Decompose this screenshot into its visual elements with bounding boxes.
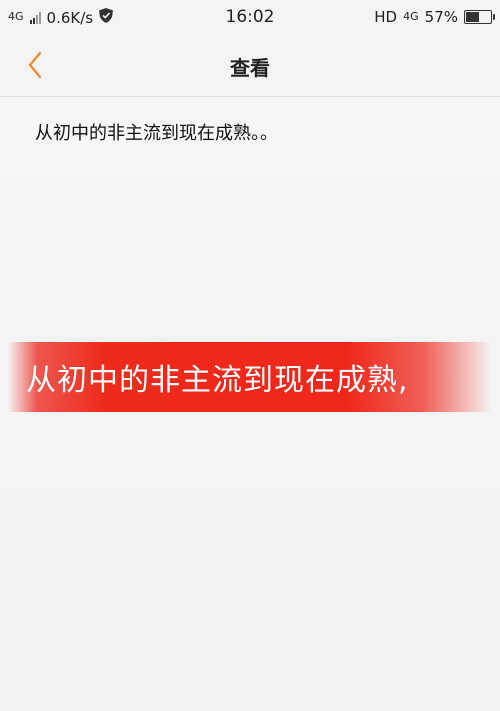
note-body-text: 从初中的非主流到现在成熟。。 <box>35 123 278 144</box>
battery-percent: 57% <box>424 8 458 26</box>
page-title: 查看 <box>230 56 270 80</box>
battery-icon <box>464 10 495 24</box>
banner-text: 从初中的非主流到现在成熟, <box>26 363 409 398</box>
status-right: HD 4G 57% <box>374 8 495 26</box>
hd-indicator: HD <box>374 8 398 26</box>
status-bar: 4G 0.6K/s 16:02 HD 4G 57% <box>0 0 500 34</box>
navigation-bar: 查看 <box>0 34 500 97</box>
content-area: 从初中的非主流到现在成熟。。 从初中的非主流到现在成熟, <box>0 97 500 711</box>
highlight-banner: 从初中的非主流到现在成熟, <box>8 342 492 412</box>
battery-fill <box>466 12 480 22</box>
network-type: 4G <box>403 9 419 23</box>
